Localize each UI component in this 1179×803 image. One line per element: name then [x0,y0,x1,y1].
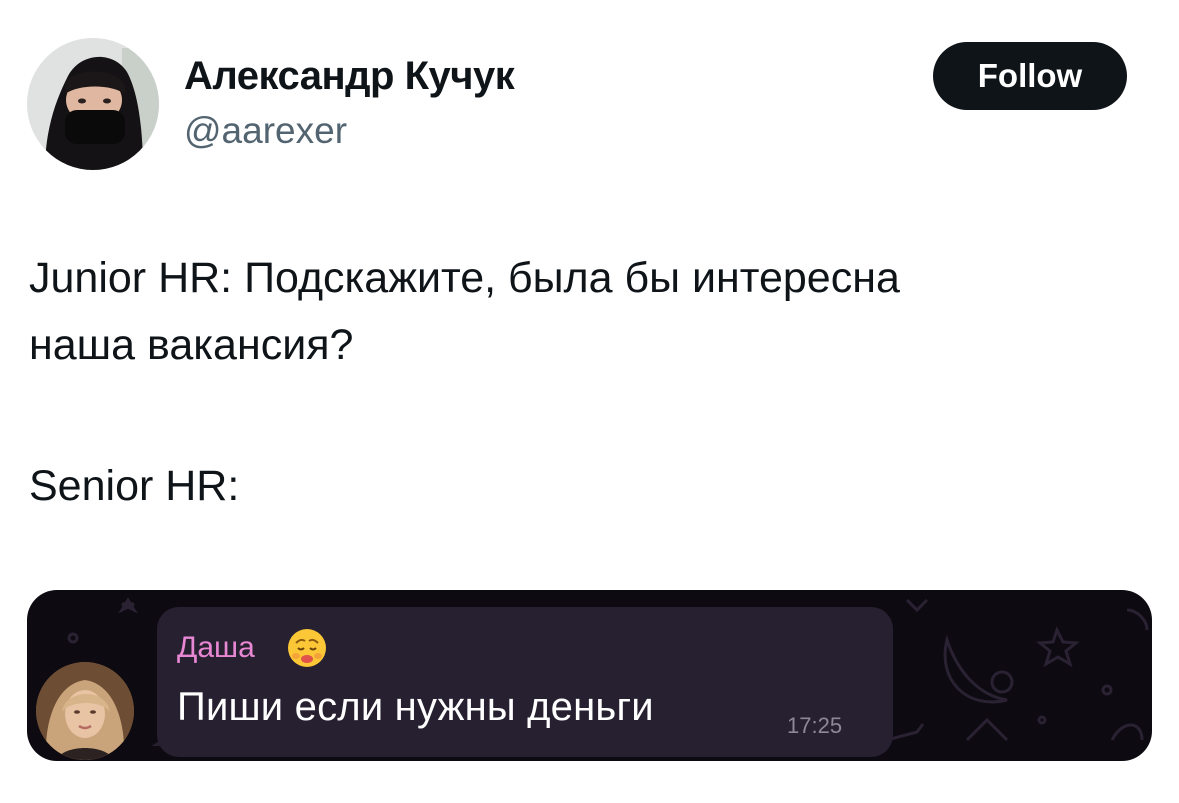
message-time: 17:25 [787,713,843,738]
pleading-face-icon [288,629,326,667]
sender-name[interactable]: Даша [177,631,255,665]
author-name[interactable]: Александр Кучук [184,54,515,99]
follow-button[interactable]: Follow [933,42,1127,110]
author-avatar[interactable] [27,38,159,170]
chat-message-bubble[interactable]: Даша Пиши если нужны деньги 17:25 [157,607,893,757]
message-text: Пиши если нужны деньги [177,685,654,729]
sender-avatar-image [36,662,134,760]
tweet-media-image[interactable]: Даша Пиши если нужны деньги 17:25 [27,590,1152,761]
tweet-text-line-2: наша вакансия? [29,321,354,369]
avatar-image [27,38,159,170]
author-handle[interactable]: @aarexer [184,110,347,152]
tweet-text-line-1: Junior HR: Подскажите, была бы интересна [29,254,900,302]
tweet-text-line-3: Senior HR: [29,462,240,510]
sender-avatar[interactable] [36,662,134,760]
